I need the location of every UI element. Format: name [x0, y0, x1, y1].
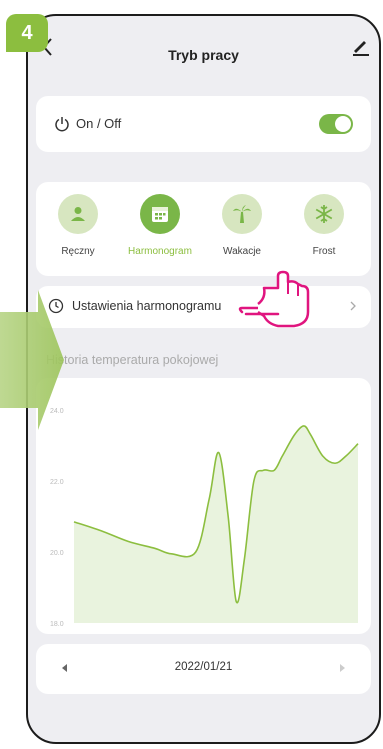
- toggle-knob: [335, 116, 351, 132]
- palm-tree-icon: [222, 194, 262, 234]
- mode-selector: Ręczny Harmonogram Wakacje Frost: [36, 182, 371, 276]
- step-number-badge: 4: [6, 14, 48, 52]
- power-icon: [55, 117, 69, 132]
- pointing-hand-icon: [238, 270, 310, 328]
- current-date: 2022/01/21: [174, 661, 233, 673]
- snowflake-icon: [304, 194, 344, 234]
- mode-schedule-label: Harmonogram: [128, 246, 192, 257]
- app-header: Tryb pracy: [28, 16, 379, 80]
- y-tick-label: 18.0: [50, 621, 64, 628]
- power-toggle[interactable]: [319, 114, 353, 134]
- next-day-icon[interactable]: [337, 662, 347, 674]
- right-arrow-decoration: [0, 290, 64, 430]
- power-card: On / Off: [36, 96, 371, 152]
- person-icon: [58, 194, 98, 234]
- schedule-settings-label: Ustawienia harmonogramu: [72, 299, 222, 313]
- y-tick-label: 20.0: [50, 550, 64, 557]
- history-title: Historia temperatura pokojowej: [46, 353, 219, 367]
- temperature-chart-svg: 24.022.020.018.000:0007:0014:00: [50, 408, 359, 641]
- pencil-icon[interactable]: [351, 36, 371, 56]
- date-navigator: 2022/01/21: [36, 644, 371, 694]
- chevron-right-icon: [350, 301, 356, 311]
- schedule-settings-row[interactable]: Ustawienia harmonogramu: [36, 286, 371, 328]
- mode-manual-label: Ręczny: [61, 246, 95, 257]
- temperature-chart: 24.022.020.018.000:0007:0014:00: [36, 378, 371, 641]
- calendar-icon: [140, 194, 180, 234]
- page-title: Tryb pracy: [168, 47, 239, 63]
- power-label: On / Off: [76, 116, 122, 131]
- y-tick-label: 22.0: [50, 479, 64, 486]
- mode-schedule[interactable]: Harmonogram: [120, 194, 200, 257]
- mode-vacation[interactable]: Wakacje: [202, 194, 282, 257]
- mode-frost[interactable]: Frost: [284, 194, 364, 257]
- mode-frost-label: Frost: [312, 246, 336, 257]
- phone-screen: Tryb pracy On / Off Ręczny Harmonogram W…: [26, 14, 381, 744]
- mode-vacation-label: Wakacje: [223, 246, 261, 257]
- mode-manual[interactable]: Ręczny: [38, 194, 118, 257]
